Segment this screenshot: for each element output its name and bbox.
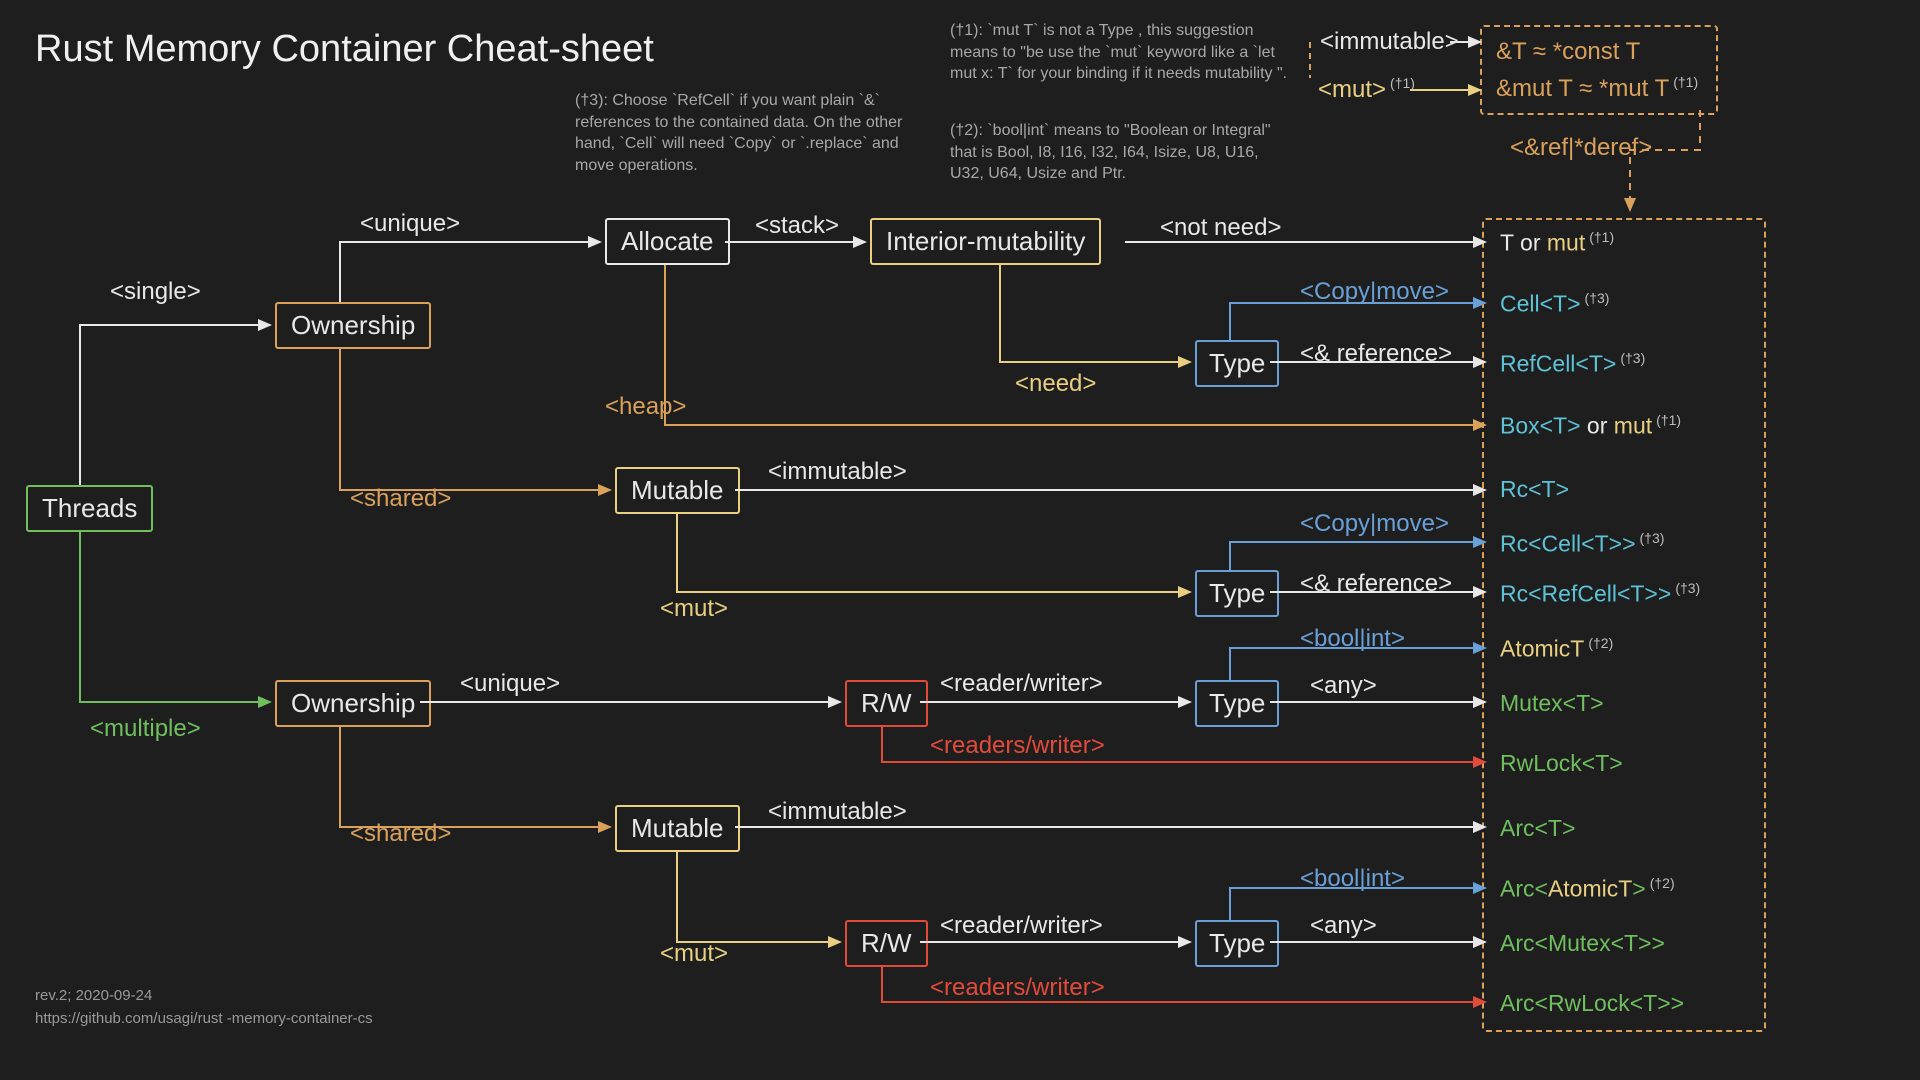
label-readerwriter-1: <reader/writer> [940,670,1103,698]
box-rw-2: R/W [845,920,928,967]
footer-url: https://github.com/usagi/rust -memory-co… [35,1008,373,1031]
label-ref-deref: <&ref|*deref> [1510,134,1652,162]
label-shared-2: <shared> [350,820,451,848]
label-ref-2: <& reference> [1300,570,1452,598]
label-heap: <heap> [605,393,686,421]
label-copymove-2: <Copy|move> [1300,510,1449,538]
label-multiple: <multiple> [90,715,201,743]
label-ref-1: <& reference> [1300,340,1452,368]
box-allocate: Allocate [605,218,730,265]
label-stack: <stack> [755,212,839,240]
footnote-3: (†3): Choose `RefCell` if you want plain… [575,90,905,176]
ref-equivalence-box: &T ≈ *const T &mut T ≈ *mut T(†1) [1480,25,1718,115]
label-not-need: <not need> [1160,214,1281,242]
label-need: <need> [1015,370,1096,398]
box-ownership-2: Ownership [275,680,431,727]
box-interior-mutability: Interior-mutability [870,218,1101,265]
label-mut-top: <mut>(†1) [1318,75,1415,104]
box-type-4: Type [1195,920,1279,967]
label-mut-1: <mut> [660,595,728,623]
box-type-2: Type [1195,570,1279,617]
box-mutable-1: Mutable [615,467,740,514]
label-unique-1: <unique> [360,210,460,238]
label-immutable-2: <immutable> [768,798,907,826]
label-any-1: <any> [1310,672,1377,700]
page-title: Rust Memory Container Cheat-sheet [35,28,654,71]
equiv-const: &T ≈ *const T [1496,33,1698,70]
box-threads: Threads [26,485,153,532]
label-unique-2: <unique> [460,670,560,698]
footnote-2: (†2): `bool|int` means to "Boolean or In… [950,120,1290,185]
box-type-1: Type [1195,340,1279,387]
label-single: <single> [110,278,201,306]
label-boolint-1: <bool|int> [1300,625,1405,653]
box-mutable-2: Mutable [615,805,740,852]
footer-rev: rev.2; 2020-09-24 [35,985,373,1008]
equiv-mut: &mut T ≈ *mut T(†1) [1496,70,1698,107]
label-readerswriter-1: <readers/writer> [930,732,1105,760]
leaf-dashed-box [1482,218,1766,1032]
footnote-1: (†1): `mut T` is not a Type , this sugge… [950,20,1290,85]
label-any-2: <any> [1310,912,1377,940]
label-immutable-top: <immutable> [1320,28,1459,56]
box-rw-1: R/W [845,680,928,727]
label-readerwriter-2: <reader/writer> [940,912,1103,940]
label-boolint-2: <bool|int> [1300,865,1405,893]
label-shared-1: <shared> [350,485,451,513]
label-mut-2: <mut> [660,940,728,968]
label-immutable-1: <immutable> [768,458,907,486]
footer: rev.2; 2020-09-24 https://github.com/usa… [35,985,373,1030]
label-readerswriter-2: <readers/writer> [930,974,1105,1002]
box-type-3: Type [1195,680,1279,727]
box-ownership-1: Ownership [275,302,431,349]
label-copymove-1: <Copy|move> [1300,278,1449,306]
